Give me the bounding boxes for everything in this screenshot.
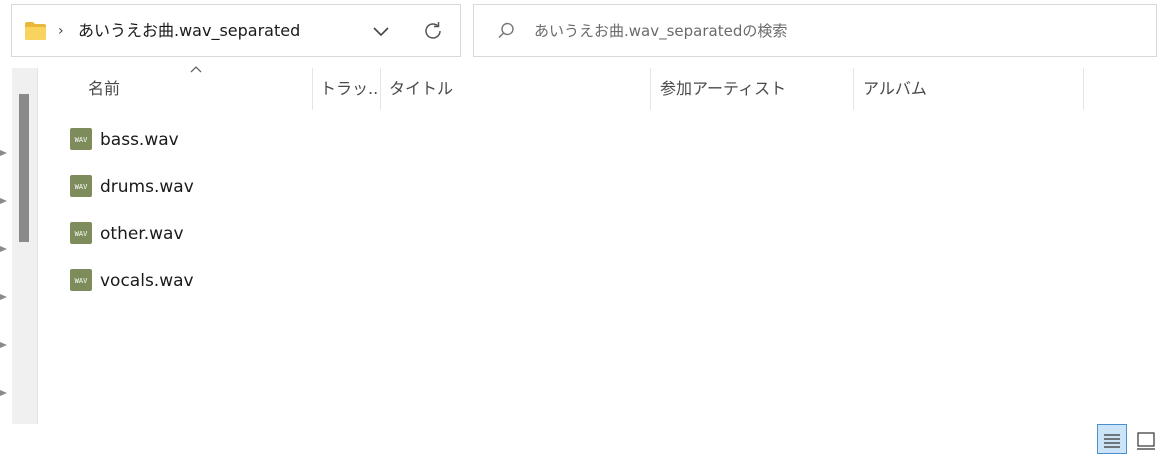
file-row[interactable]: WAV other.wav — [62, 212, 622, 256]
column-header-title[interactable]: タイトル — [389, 68, 647, 110]
search-input[interactable] — [534, 19, 1134, 43]
file-name[interactable]: vocals.wav — [100, 270, 194, 292]
nav-pin-arrow-icon[interactable] — [0, 388, 8, 398]
nav-pin-arrow-icon[interactable] — [0, 340, 8, 350]
nav-pin-arrow-icon[interactable] — [0, 244, 8, 254]
column-divider[interactable] — [312, 68, 313, 110]
breadcrumb-chevron-icon[interactable]: › — [58, 22, 64, 40]
file-row[interactable]: WAV vocals.wav — [62, 259, 622, 303]
large-icons-view-button[interactable] — [1133, 424, 1159, 454]
column-header-track[interactable]: トラッ... — [320, 68, 378, 110]
nav-scrollbar[interactable] — [12, 68, 38, 424]
nav-pin-arrow-icon[interactable] — [0, 292, 8, 302]
file-name[interactable]: drums.wav — [100, 176, 194, 198]
file-name[interactable]: bass.wav — [100, 129, 179, 151]
wav-icon-label: WAV — [75, 136, 88, 144]
wav-file-icon: WAV — [70, 269, 92, 291]
wav-file-icon: WAV — [70, 222, 92, 244]
folder-icon — [25, 22, 46, 40]
file-row[interactable]: WAV bass.wav — [62, 118, 622, 162]
breadcrumb-current-folder[interactable]: あいうえお曲.wav_separated — [78, 21, 300, 41]
file-name[interactable]: other.wav — [100, 223, 184, 245]
search-icon — [498, 22, 514, 39]
column-header-album[interactable]: アルバム — [863, 68, 1081, 110]
search-box[interactable] — [473, 4, 1157, 57]
navigation-pane[interactable] — [0, 68, 12, 424]
column-divider[interactable] — [1083, 68, 1084, 110]
details-view-button[interactable] — [1097, 424, 1127, 454]
large-icons-view-icon — [1137, 432, 1155, 450]
scrollbar-thumb[interactable] — [19, 94, 29, 242]
wav-file-icon: WAV — [70, 128, 92, 150]
details-view-icon — [1104, 434, 1120, 448]
address-bar[interactable]: › あいうえお曲.wav_separated — [11, 4, 461, 57]
wav-icon-label: WAV — [75, 230, 88, 238]
column-divider[interactable] — [650, 68, 651, 110]
nav-pin-arrow-icon[interactable] — [0, 196, 8, 206]
column-divider[interactable] — [380, 68, 381, 110]
wav-icon-label: WAV — [75, 277, 88, 285]
file-row[interactable]: WAV drums.wav — [62, 165, 622, 209]
column-divider[interactable] — [853, 68, 854, 110]
column-header-name[interactable]: 名前 — [88, 68, 310, 110]
wav-file-icon: WAV — [70, 175, 92, 197]
chevron-down-icon[interactable] — [371, 22, 391, 40]
wav-icon-label: WAV — [75, 183, 88, 191]
nav-pin-arrow-icon[interactable] — [0, 148, 8, 158]
column-header-contributing-artists[interactable]: 参加アーティスト — [660, 68, 850, 110]
refresh-icon[interactable] — [422, 20, 444, 42]
